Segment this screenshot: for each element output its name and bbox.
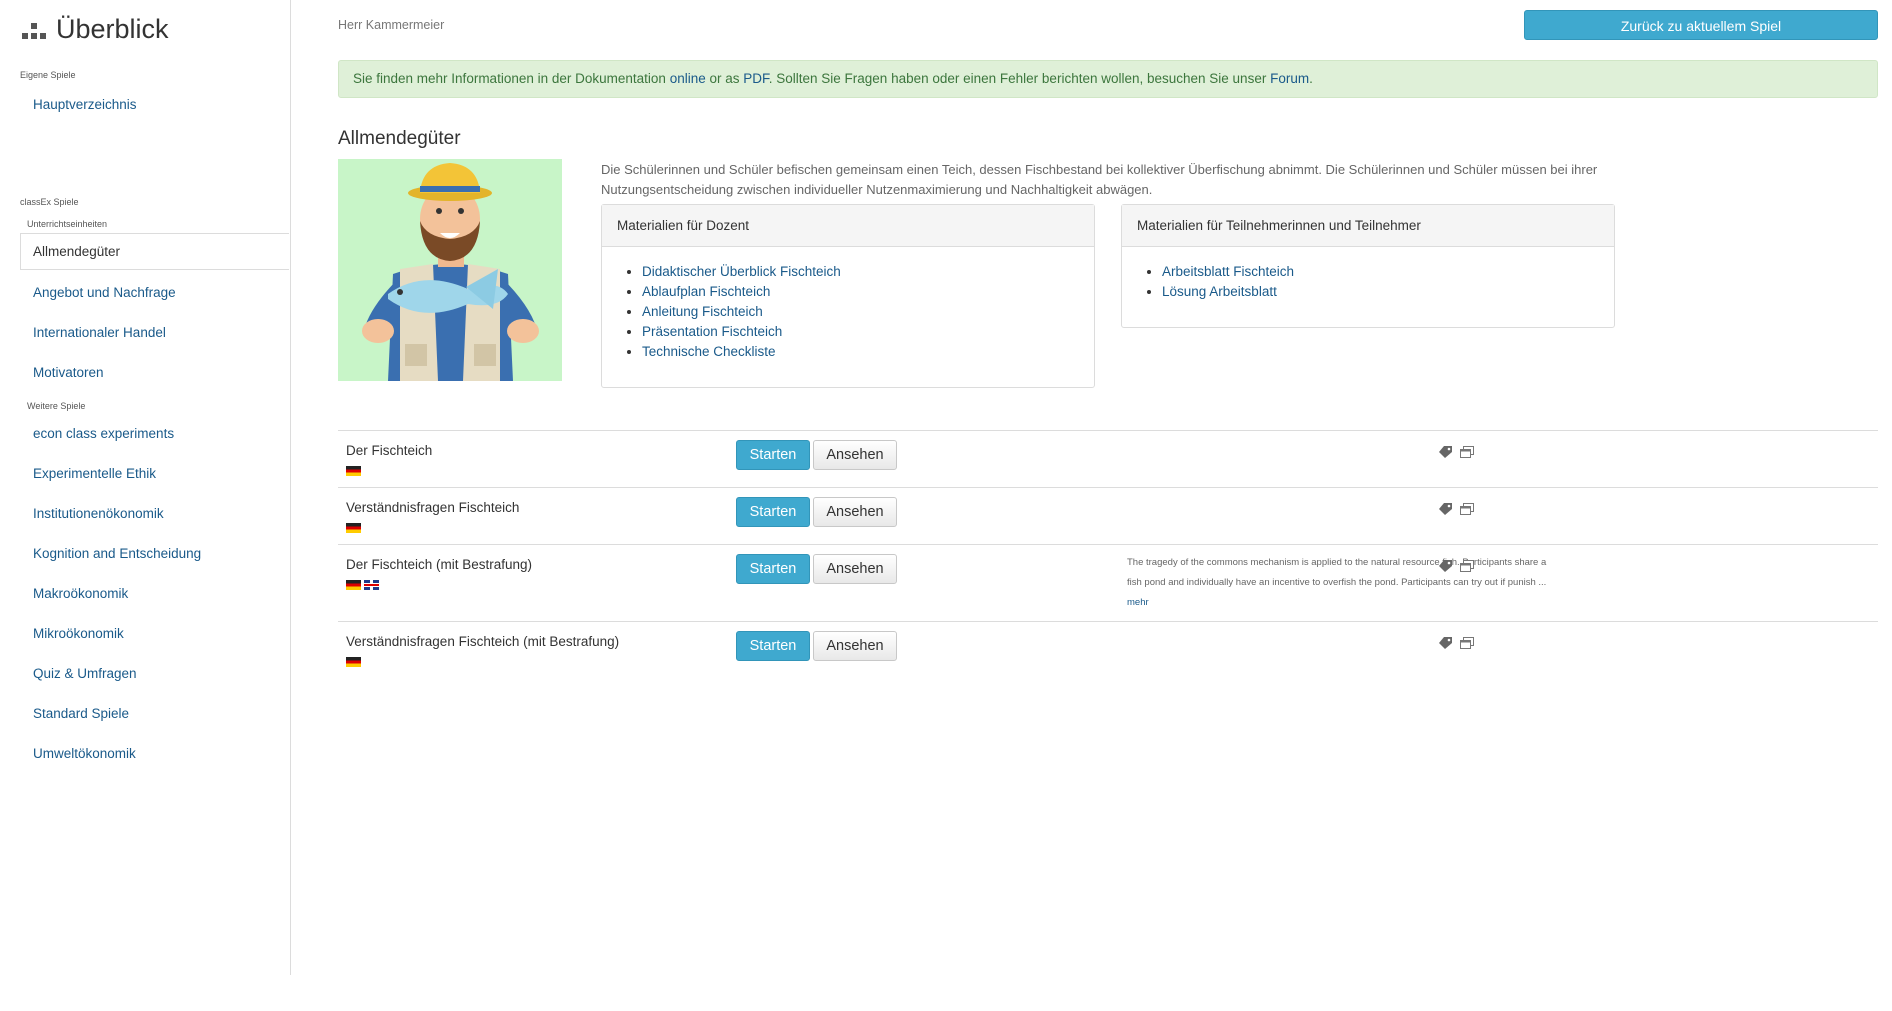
- section-label-unterricht: Unterrichtseinheiten: [27, 219, 108, 229]
- fisherman-illustration: [338, 159, 562, 381]
- user-name: Herr Kammermeier: [338, 18, 445, 32]
- section-label-classex: classEx Spiele: [20, 197, 79, 207]
- view-button[interactable]: Ansehen: [813, 497, 897, 527]
- link-loesung-arbeitsblatt[interactable]: Lösung Arbeitsblatt: [1162, 284, 1277, 299]
- sidebar-item-quiz[interactable]: Quiz & Umfragen: [33, 666, 137, 681]
- start-button[interactable]: Starten: [736, 554, 810, 584]
- brand-title: Überblick: [56, 14, 169, 44]
- flag-de-icon: [346, 523, 361, 533]
- link-praesentation[interactable]: Präsentation Fischteich: [642, 324, 782, 339]
- copy-icon[interactable]: [1460, 446, 1474, 458]
- table-row: Der Fischteich (mit Bestrafung) Starten …: [338, 544, 1878, 622]
- game-name: Der Fischteich: [346, 443, 433, 458]
- link-anleitung[interactable]: Anleitung Fischteich: [642, 304, 763, 319]
- game-description-short: The tragedy of the commons mechanism is …: [1127, 553, 1607, 613]
- sidebar-item-handel[interactable]: Internationaler Handel: [33, 325, 166, 340]
- table-row: Verständnisfragen Fischteich Starten Ans…: [338, 487, 1878, 545]
- view-button[interactable]: Ansehen: [813, 440, 897, 470]
- info-text-4: .: [1309, 71, 1313, 86]
- game-name: Verständnisfragen Fischteich: [346, 500, 520, 515]
- link-didaktischer-ueberblick[interactable]: Didaktischer Überblick Fischteich: [642, 264, 841, 279]
- sidebar-item-angebot[interactable]: Angebot und Nachfrage: [33, 285, 176, 300]
- flag-de-icon: [346, 657, 361, 667]
- section-label-weitere: Weitere Spiele: [27, 401, 86, 411]
- flag-en-icon: [364, 580, 379, 590]
- info-text-3: . Sollten Sie Fragen haben oder einen Fe…: [768, 71, 1271, 86]
- sidebar-item-econ[interactable]: econ class experiments: [33, 426, 174, 441]
- page-title: Allmendegüter: [338, 128, 461, 149]
- panel-materialien-teilnehmer: Materialien für Teilnehmerinnen und Teil…: [1121, 204, 1615, 328]
- tag-icon[interactable]: [1438, 559, 1454, 573]
- section-label-eigene: Eigene Spiele: [20, 70, 76, 80]
- game-name: Verständnisfragen Fischteich (mit Bestra…: [346, 634, 620, 649]
- view-button[interactable]: Ansehen: [813, 554, 897, 584]
- start-button[interactable]: Starten: [736, 497, 810, 527]
- panel-materialien-dozent: Materialien für Dozent Didaktischer Über…: [601, 204, 1095, 388]
- table-row: Der Fischteich Starten Ansehen: [338, 430, 1878, 488]
- sidebar-item-umwelt[interactable]: Umweltökonomik: [33, 746, 136, 761]
- sidebar-item-ethik[interactable]: Experimentelle Ethik: [33, 466, 156, 481]
- link-ablaufplan[interactable]: Ablaufplan Fischteich: [642, 284, 770, 299]
- info-text-2: or as: [705, 71, 744, 86]
- start-button[interactable]: Starten: [736, 631, 810, 661]
- info-link-forum[interactable]: Forum: [1270, 71, 1309, 86]
- info-link-online[interactable]: online: [670, 71, 706, 86]
- panel-teilnehmer-title: Materialien für Teilnehmerinnen und Teil…: [1122, 205, 1614, 247]
- brand[interactable]: Überblick: [22, 14, 169, 45]
- copy-icon[interactable]: [1460, 503, 1474, 515]
- sidebar-item-allmendegueter[interactable]: Allmendegüter: [20, 233, 289, 270]
- panel-dozent-title: Materialien für Dozent: [602, 205, 1094, 247]
- more-link[interactable]: mehr: [1127, 597, 1149, 608]
- sidebar-item-mikro[interactable]: Mikroökonomik: [33, 626, 124, 641]
- tag-icon[interactable]: [1438, 502, 1454, 516]
- table-row: Verständnisfragen Fischteich (mit Bestra…: [338, 621, 1878, 679]
- sitemap-icon: [22, 19, 50, 41]
- game-description: Die Schülerinnen und Schüler befischen g…: [601, 162, 1598, 197]
- flag-de-icon: [346, 466, 361, 476]
- copy-icon[interactable]: [1460, 637, 1474, 649]
- copy-icon[interactable]: [1460, 560, 1474, 572]
- info-link-pdf[interactable]: PDF: [743, 71, 769, 86]
- sidebar-item-makro[interactable]: Makroökonomik: [33, 586, 128, 601]
- tag-icon[interactable]: [1438, 636, 1454, 650]
- sidebar: Überblick Eigene Spiele Hauptverzeichnis…: [0, 0, 291, 975]
- sidebar-item-institutionen[interactable]: Institutionenökonomik: [33, 506, 164, 521]
- sidebar-item-motivatoren[interactable]: Motivatoren: [33, 365, 104, 380]
- link-arbeitsblatt[interactable]: Arbeitsblatt Fischteich: [1162, 264, 1294, 279]
- game-desc-line1: The tragedy of the commons mechanism is …: [1127, 557, 1547, 568]
- start-button[interactable]: Starten: [736, 440, 810, 470]
- game-name: Der Fischteich (mit Bestrafung): [346, 557, 533, 572]
- sidebar-item-standard[interactable]: Standard Spiele: [33, 706, 129, 721]
- tag-icon[interactable]: [1438, 445, 1454, 459]
- game-desc-line2: fish pond and individually have an incen…: [1127, 577, 1547, 588]
- info-alert: Sie finden mehr Informationen in der Dok…: [338, 60, 1878, 98]
- sidebar-item-kognition[interactable]: Kognition and Entscheidung: [33, 546, 201, 561]
- back-to-current-game-button[interactable]: Zurück zu aktuellem Spiel: [1524, 10, 1878, 40]
- flag-de-icon: [346, 580, 361, 590]
- view-button[interactable]: Ansehen: [813, 631, 897, 661]
- link-technische-checkliste[interactable]: Technische Checkliste: [642, 344, 776, 359]
- info-text-1: Sie finden mehr Informationen in der Dok…: [353, 71, 670, 86]
- sidebar-item-hauptverzeichnis[interactable]: Hauptverzeichnis: [33, 97, 137, 112]
